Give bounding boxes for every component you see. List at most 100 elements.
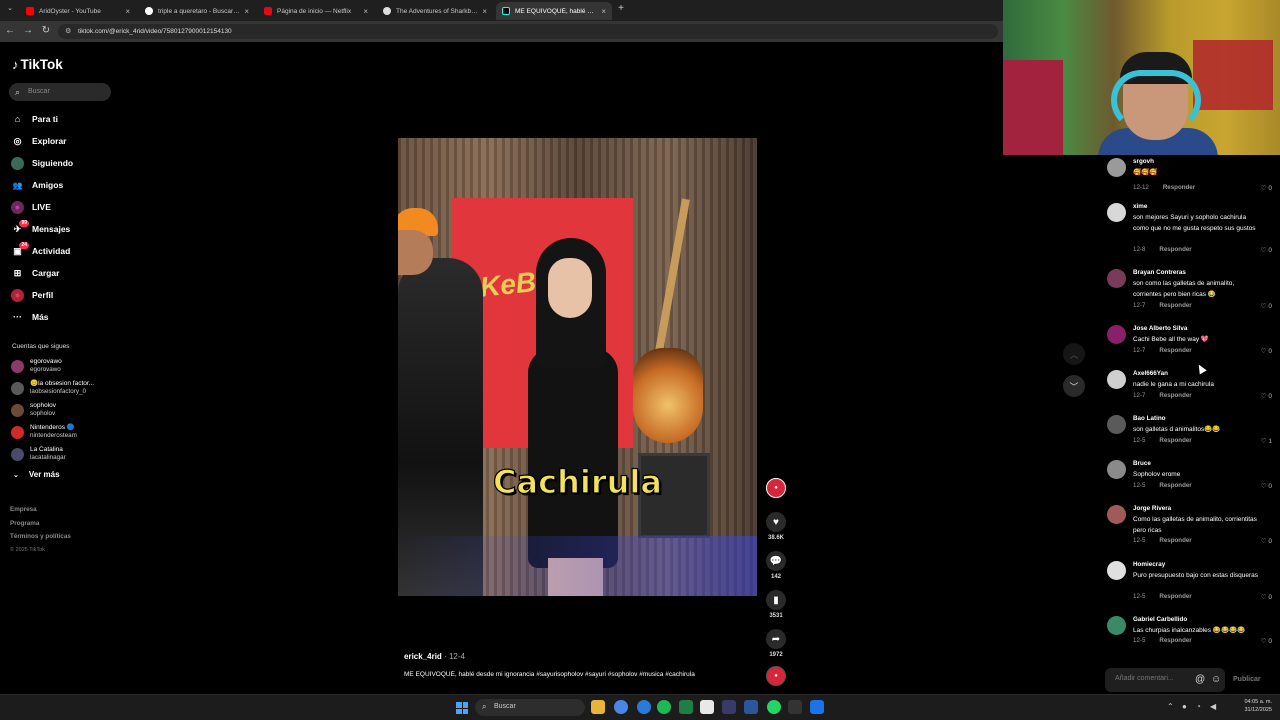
nav-item-mensajes[interactable]: ✈ 99 Mensajes: [11, 219, 70, 237]
comment-like-button[interactable]: ♡ 0: [1261, 392, 1272, 400]
reply-button[interactable]: Responder: [1159, 302, 1191, 309]
share-button[interactable]: ➦ 1972: [764, 629, 788, 658]
comment-user[interactable]: Jose Alberto Silva: [1133, 325, 1187, 332]
author-name[interactable]: erick_4rid: [404, 652, 442, 661]
mention-icon[interactable]: @: [1195, 674, 1205, 685]
avatar[interactable]: [1107, 325, 1126, 344]
taskbar-search[interactable]: ⌕ Buscar: [475, 699, 585, 716]
avatar[interactable]: [1107, 460, 1126, 479]
edge-icon[interactable]: [637, 700, 651, 714]
file-explorer-icon[interactable]: [591, 700, 605, 714]
comment-like-button[interactable]: ♡ 1: [1261, 437, 1272, 445]
video-player[interactable]: KeBu Cachirula: [398, 138, 757, 596]
reply-button[interactable]: Responder: [1163, 184, 1195, 191]
close-tab-icon[interactable]: ×: [601, 7, 606, 16]
following-account[interactable]: sopholov sopholov: [11, 400, 56, 420]
app-icon[interactable]: [722, 700, 736, 714]
browser-tab-tiktok[interactable]: ME EQUIVOQUÉ, hablé desde mi ignorancia …: [496, 2, 612, 20]
reply-button[interactable]: Responder: [1159, 637, 1191, 644]
reply-button[interactable]: Responder: [1159, 537, 1191, 544]
comment-like-button[interactable]: ♡ 0: [1261, 537, 1272, 545]
avatar[interactable]: [1107, 203, 1126, 222]
forward-icon[interactable]: →: [22, 25, 34, 36]
comment-user[interactable]: Jorge Rivera: [1133, 505, 1171, 512]
nav-item-cargar[interactable]: ⊞ Cargar: [11, 265, 60, 281]
notepad-icon[interactable]: [700, 700, 714, 714]
comment-like-button[interactable]: ♡ 0: [1261, 246, 1272, 254]
avatar[interactable]: [1107, 269, 1126, 288]
tray-chevron-icon[interactable]: ⌃: [1167, 702, 1174, 711]
footer-link-programa[interactable]: Programa: [10, 517, 71, 531]
sound-button[interactable]: ●: [764, 666, 788, 686]
comment-user[interactable]: Brayan Contreras: [1133, 269, 1186, 276]
mic-icon[interactable]: ●: [1182, 702, 1187, 711]
reload-icon[interactable]: ↻: [40, 25, 52, 36]
comment-user[interactable]: Bao Latino: [1133, 415, 1166, 422]
browser-tab-sharkboy[interactable]: The Adventures of Sharkboy and Lavagirl …: [377, 2, 493, 20]
nav-item-perfil[interactable]: ● Perfil: [11, 287, 53, 303]
excel-icon[interactable]: [679, 700, 693, 714]
footer-link-empresa[interactable]: Empresa: [10, 503, 71, 517]
close-tab-icon[interactable]: ×: [363, 7, 368, 16]
footer-link-terminos[interactable]: Términos y políticas: [10, 530, 71, 544]
new-tab-button[interactable]: +: [615, 3, 627, 14]
browser-tab-netflix[interactable]: Página de inicio — Netflix ×: [258, 2, 374, 20]
reply-button[interactable]: Responder: [1159, 437, 1191, 444]
chrome-icon[interactable]: [614, 700, 628, 714]
avatar[interactable]: [1107, 158, 1126, 177]
reply-button[interactable]: Responder: [1159, 246, 1191, 253]
comment-like-button[interactable]: ♡ 0: [1261, 482, 1272, 490]
close-tab-icon[interactable]: ×: [482, 7, 487, 16]
app-icon[interactable]: [810, 700, 824, 714]
reply-button[interactable]: Responder: [1159, 593, 1191, 600]
comment-like-button[interactable]: ♡ 0: [1261, 637, 1272, 645]
tiktok-logo[interactable]: ♪ TikTok: [12, 57, 63, 72]
following-account[interactable]: Nintenderos 🔵 nintenderosteam: [11, 422, 77, 442]
browser-tab-youtube[interactable]: AridOyster - YouTube ×: [20, 2, 136, 20]
like-button[interactable]: ♥ 38.6K: [764, 512, 788, 541]
tab-list-icon[interactable]: ⌄: [4, 4, 16, 12]
publish-button[interactable]: Publicar: [1233, 676, 1261, 683]
site-info-icon[interactable]: ⚙: [65, 24, 71, 39]
url-field[interactable]: ⚙ tiktok.com/@erick_4rid/video/758012790…: [58, 24, 998, 39]
reply-button[interactable]: Responder: [1159, 482, 1191, 489]
clock[interactable]: 04:05 a. m. 31/12/2025: [1244, 698, 1272, 714]
nav-item-explorar[interactable]: ◎ Explorar: [11, 133, 67, 149]
nav-item-amigos[interactable]: 👥 Amigos: [11, 177, 64, 193]
following-account[interactable]: egorovawo egorovawo: [11, 356, 62, 376]
windows-start-icon[interactable]: [456, 702, 468, 714]
comment-user[interactable]: xime: [1133, 203, 1147, 210]
word-icon[interactable]: [744, 700, 758, 714]
volume-icon[interactable]: ◀: [1210, 702, 1216, 711]
avatar[interactable]: [1107, 616, 1126, 635]
nav-item-siguiendo[interactable]: ● Siguiendo: [11, 155, 73, 171]
ver-mas-button[interactable]: ⌄ Ver más: [13, 470, 60, 479]
following-account[interactable]: 😊la obsesion factor... laobsesionfactory_…: [11, 378, 94, 398]
creator-avatar-button[interactable]: ●: [764, 478, 788, 498]
comment-user[interactable]: Homiecray: [1133, 561, 1165, 568]
comment-user[interactable]: Gabriel Carbellido: [1133, 616, 1187, 623]
comment-like-button[interactable]: ♡ 0: [1261, 184, 1272, 192]
save-button[interactable]: ▮ 3531: [764, 590, 788, 619]
comment-user[interactable]: Bruce: [1133, 460, 1151, 467]
close-tab-icon[interactable]: ×: [125, 7, 130, 16]
avatar[interactable]: [1107, 505, 1126, 524]
nav-item-actividad[interactable]: ▣ 24 Actividad: [11, 241, 70, 259]
reply-button[interactable]: Responder: [1159, 347, 1191, 354]
spotify-icon[interactable]: [657, 700, 671, 714]
browser-tab-google[interactable]: triple a queretaro - Buscar con Google ×: [139, 2, 255, 20]
previous-video-button[interactable]: ︿: [1063, 343, 1085, 365]
comment-like-button[interactable]: ♡ 0: [1261, 593, 1272, 601]
whatsapp-icon[interactable]: [767, 700, 781, 714]
wifi-icon[interactable]: ◔: [1196, 702, 1201, 711]
nav-item-para-ti[interactable]: ⌂ Para ti: [11, 111, 58, 127]
avatar[interactable]: [1107, 370, 1126, 389]
avatar[interactable]: [1107, 415, 1126, 434]
avatar[interactable]: [1107, 561, 1126, 580]
comment-user[interactable]: srgovh: [1133, 158, 1154, 165]
nav-item-mas[interactable]: ··· Más: [11, 309, 49, 325]
following-account[interactable]: La Catalina lacatalinagar: [11, 444, 66, 464]
search-input[interactable]: ⌕ Buscar: [9, 83, 111, 101]
comment-user[interactable]: Axel666Yan: [1133, 370, 1168, 377]
comment-like-button[interactable]: ♡ 0: [1261, 302, 1272, 310]
